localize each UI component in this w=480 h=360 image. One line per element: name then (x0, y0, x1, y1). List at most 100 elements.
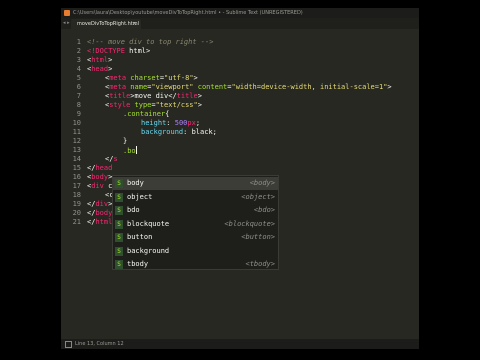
autocomplete-label: tbody (127, 260, 149, 268)
editor-window: C:\Users\laura\Desktop\youtube\moveDivTo… (61, 8, 419, 349)
autocomplete-hint: <tbody> (245, 260, 275, 268)
title-bar: C:\Users\laura\Desktop\youtube\moveDivTo… (61, 8, 419, 18)
autocomplete-label: blockquote (127, 219, 170, 228)
autocomplete-label: body (127, 179, 144, 187)
autocomplete-item[interactable]: Stbody <tbody> (113, 258, 278, 271)
code-line[interactable]: <meta name="viewport" content="width=dev… (105, 83, 392, 92)
code-token: "viewport" (151, 83, 194, 91)
code-token: .container (123, 110, 166, 118)
code-token: px (187, 119, 196, 127)
line-number: 9 (76, 110, 81, 118)
code-line[interactable]: .bo (123, 146, 137, 156)
autocomplete-hint: <blockquote> (224, 219, 275, 228)
status-bar: Line 13, Column 12 (61, 339, 419, 349)
code-line[interactable]: <html> (87, 56, 112, 65)
tab-active-file[interactable]: moveDivToTopRight.html × (71, 19, 141, 29)
panel-toggle-icon[interactable] (65, 341, 72, 348)
autocomplete-label: button (127, 233, 153, 241)
code-token: > (108, 56, 113, 64)
tab-scroll-arrows-icon[interactable]: ◂ ▸ (63, 18, 70, 29)
code-token: 500 (174, 119, 188, 127)
code-line[interactable]: <body> (87, 173, 112, 182)
line-number: 17 (72, 182, 81, 190)
code-token: html (95, 218, 113, 226)
code-token: "text/css" (155, 101, 198, 109)
line-number: 3 (76, 56, 81, 64)
line-number: 5 (76, 74, 81, 82)
snippet-icon: S (115, 260, 123, 269)
code-token: .bo (123, 147, 136, 155)
code-token: s (113, 155, 118, 163)
code-token: head (91, 65, 109, 73)
code-token: } (123, 137, 128, 145)
code-token: type (134, 101, 152, 109)
code-token: > (387, 83, 392, 91)
autocomplete-popup[interactable]: Sbody <body> Sobject <object> Sbdo <bdo> Sbloc… (112, 175, 279, 270)
code-token: style (109, 101, 131, 109)
window-title: C:\Users\laura\Desktop\youtube\moveDivTo… (73, 10, 303, 16)
code-line[interactable]: </head (87, 164, 112, 173)
line-number: 18 (72, 191, 81, 199)
code-token: html> (124, 47, 151, 55)
code-line[interactable]: } (123, 137, 127, 146)
line-number: 13 (72, 146, 81, 154)
code-line[interactable]: .container{ (123, 110, 169, 119)
code-token: > (197, 101, 202, 109)
code-token: meta (109, 74, 127, 82)
code-token: ; (195, 119, 201, 127)
code-editor[interactable]: 1 2 3 4 5 6 7 8 9 10 11 12 13 14 15 16 1… (61, 29, 419, 339)
code-line[interactable]: <!DOCTYPE html> (87, 47, 150, 56)
line-number: 7 (76, 92, 81, 100)
line-number: 20 (72, 209, 81, 217)
autocomplete-item[interactable]: Sbody <body> (113, 177, 278, 190)
cursor-position: Line 13, Column 12 (75, 341, 124, 347)
line-number: 15 (72, 164, 81, 172)
code-line[interactable]: </s (105, 155, 118, 164)
code-line[interactable]: <title>move div</title> (105, 92, 202, 101)
code-token: "utf-8" (164, 74, 194, 82)
tab-bar: ◂ ▸ moveDivToTopRight.html × (61, 18, 419, 29)
code-token: content (197, 83, 228, 91)
code-token: >move div</ (130, 92, 177, 100)
code-token: : (166, 119, 175, 127)
tab-close-icon[interactable]: × (133, 19, 137, 29)
autocomplete-item[interactable]: Sbdo <bdo> (113, 204, 278, 217)
code-token: body (91, 173, 109, 181)
line-number: 19 (72, 200, 81, 208)
snippet-icon: S (115, 246, 123, 256)
autocomplete-hint: <bdo> (253, 206, 275, 214)
line-number: 11 (72, 128, 81, 136)
snippet-icon: S (115, 179, 123, 188)
code-token: div (95, 200, 109, 208)
line-number: 1 (76, 38, 81, 46)
autocomplete-item[interactable]: Sblockquote <blockquote> (113, 218, 278, 231)
code-token: div (91, 182, 104, 190)
autocomplete-item[interactable]: Sobject <object> (113, 191, 278, 204)
code-line[interactable]: </html (87, 218, 112, 227)
autocomplete-item[interactable]: Sbutton <button> (113, 231, 278, 244)
line-number: 12 (72, 137, 81, 145)
text-cursor (135, 146, 137, 154)
code-line[interactable]: <meta charset="utf-8"> (105, 74, 198, 83)
autocomplete-hint: <body> (249, 179, 275, 187)
code-token: title (109, 92, 131, 100)
code-line[interactable]: <style type="text/css"> (105, 101, 202, 110)
code-line[interactable]: background: black; (141, 128, 217, 137)
code-token: "width=device-width, initial-scale=1" (231, 83, 388, 91)
snippet-icon: S (115, 219, 123, 229)
line-number: 10 (72, 119, 81, 127)
code-token: charset (130, 74, 160, 82)
line-number: 14 (72, 155, 81, 163)
code-line[interactable]: <head> (87, 65, 112, 74)
code-line[interactable]: </div> (87, 200, 112, 209)
code-line[interactable]: <!-- move div to top right --> (87, 38, 213, 47)
code-token: head (95, 164, 113, 172)
autocomplete-hint: <object> (241, 192, 275, 201)
code-token: height (141, 119, 167, 127)
code-token: { (165, 110, 170, 118)
code-line[interactable]: height: 500px; (141, 119, 200, 128)
code-line[interactable]: <div c (87, 182, 112, 191)
line-number: 21 (72, 218, 81, 226)
autocomplete-hint: <button> (241, 233, 275, 241)
autocomplete-item[interactable]: Sbackground (113, 245, 278, 258)
